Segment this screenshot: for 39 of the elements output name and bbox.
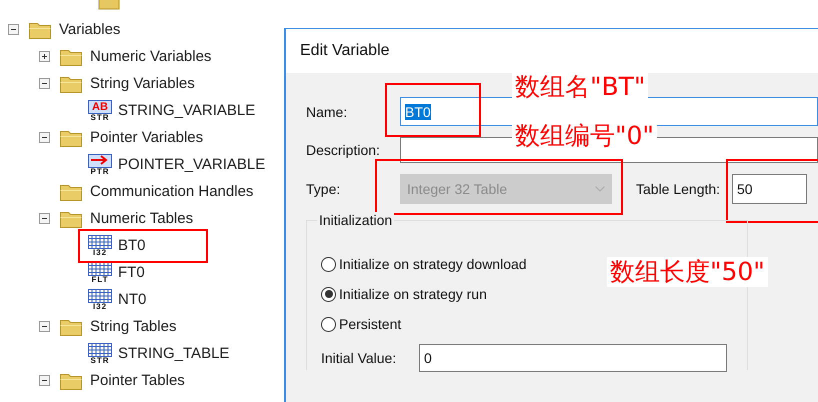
folder-icon: [98, 0, 120, 10]
tree-item[interactable]: Numeric Variables: [90, 48, 212, 65]
tree-item[interactable]: Pointer Variables: [90, 129, 204, 146]
field-label: Initial Value:: [321, 350, 398, 366]
field-label: Name:: [306, 104, 348, 120]
radio-button[interactable]: [321, 256, 336, 272]
tree-item[interactable]: STRING_VARIABLE: [118, 102, 256, 119]
radio-label: Initialize on strategy run: [339, 286, 487, 302]
collapse-icon[interactable]: [39, 213, 50, 224]
selected-text: BT0: [405, 104, 431, 120]
radio-button[interactable]: [321, 316, 336, 332]
collapse-icon[interactable]: [39, 321, 50, 332]
tree-item[interactable]: String Variables: [90, 75, 195, 92]
expand-icon[interactable]: [39, 51, 50, 62]
tree-item[interactable]: Communication Handles: [90, 183, 254, 200]
chevron-icon: [595, 186, 605, 192]
tree-item[interactable]: BT0: [118, 237, 146, 254]
annotation-text: 数组长度"50": [607, 257, 768, 287]
collapse-icon[interactable]: [39, 375, 50, 386]
tree-item[interactable]: FT0: [118, 264, 145, 281]
tree-item[interactable]: String Tables: [90, 318, 176, 335]
tree-item[interactable]: STRING_TABLE: [118, 345, 230, 362]
group-title: Initialization: [317, 212, 394, 228]
initial-value-field[interactable]: 0: [419, 344, 727, 372]
tree-item[interactable]: Pointer Tables: [90, 372, 185, 389]
field-label: Table Length:: [636, 181, 722, 197]
collapse-icon[interactable]: [39, 132, 50, 143]
collapse-icon[interactable]: [39, 78, 50, 89]
table-length-field[interactable]: 50: [732, 174, 807, 204]
tree-item[interactable]: Variables: [59, 21, 120, 38]
field-label: Description:: [306, 142, 381, 158]
radio-button[interactable]: [321, 286, 336, 302]
tree-item[interactable]: POINTER_VARIABLE: [118, 156, 266, 173]
radio-label: Persistent: [339, 316, 402, 332]
tree-item[interactable]: Numeric Tables: [90, 210, 194, 227]
radio-label: Initialize on strategy download: [339, 256, 527, 272]
tree-item[interactable]: NT0: [118, 291, 146, 308]
collapse-icon[interactable]: [8, 24, 19, 35]
field-label: Type:: [306, 181, 342, 197]
